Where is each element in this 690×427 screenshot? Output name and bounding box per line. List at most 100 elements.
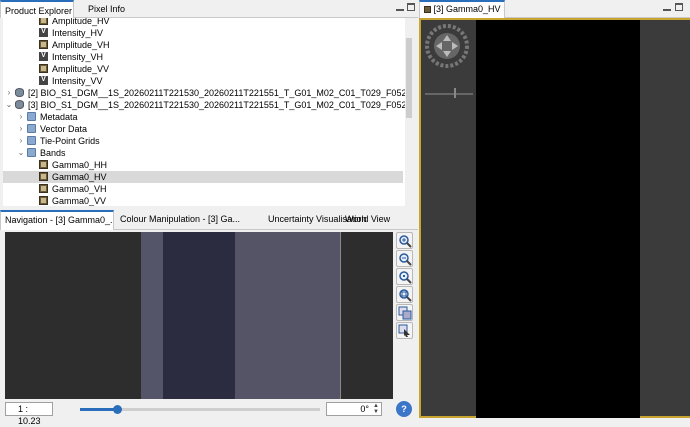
help-button[interactable]: ? — [396, 401, 412, 417]
tree-item[interactable]: Amplitude_VV — [3, 63, 403, 75]
band-icon — [39, 196, 48, 205]
zoom-in-icon — [399, 235, 412, 248]
tree-item[interactable]: V Intensity_VV — [3, 75, 403, 87]
folder-icon — [27, 136, 36, 145]
tab-pixel-info[interactable]: Pixel Info — [84, 0, 129, 18]
tree-item-label: Amplitude_VH — [52, 40, 110, 50]
tree-scrollbar[interactable] — [405, 18, 413, 206]
maximize-icon[interactable] — [675, 3, 683, 11]
chevron-right-icon[interactable]: › — [17, 135, 25, 147]
scale-field[interactable]: 1 : 10.23 — [5, 402, 53, 426]
virtual-band-icon: V — [39, 28, 48, 37]
band-icon — [39, 40, 48, 49]
tab-label: World View — [345, 214, 391, 224]
tab-label: [3] Gamma0_HV — [433, 4, 501, 14]
rotation-field[interactable]: 0° ▲ ▼ — [326, 402, 382, 416]
tree-item-label: Intensity_VV — [52, 76, 103, 86]
tab-product-explorer[interactable]: Product Explorer × — [0, 0, 74, 18]
folder-icon — [27, 148, 36, 157]
scrollbar-thumb[interactable] — [406, 38, 412, 118]
zoom-in-button[interactable] — [396, 232, 413, 249]
overview-image-dark — [163, 232, 235, 399]
image-view-icon — [424, 6, 431, 14]
tree-item[interactable]: Gamma0_VV — [3, 195, 403, 206]
image-raster — [476, 20, 640, 418]
zoom-slider-knob[interactable] — [113, 405, 122, 414]
tree-item[interactable]: Amplitude_VH — [3, 39, 403, 51]
product-tree: Amplitude_HV V Intensity_HV Amplitude_VH V In… — [3, 18, 413, 206]
maximize-icon[interactable] — [407, 3, 415, 11]
tab-world-view[interactable]: World View — [341, 210, 394, 230]
left-pane: Product Explorer × Pixel Info Amplitude_… — [0, 0, 418, 426]
zoom-out-button[interactable] — [396, 250, 413, 267]
chevron-right-icon[interactable]: › — [17, 111, 25, 123]
folder-icon — [27, 112, 36, 121]
navigation-overview[interactable] — [5, 232, 393, 399]
tree-item[interactable]: › [2] BIO_S1_DGM__1S_20260211T221530_2026… — [3, 87, 413, 99]
zoom-all-icon — [399, 289, 412, 302]
tree-item[interactable]: Gamma0_VH — [3, 183, 403, 195]
tool-tabbar: Navigation - [3] Gamma0_... × Colour Man… — [0, 210, 418, 230]
tree-item-label: Gamma0_VH — [52, 184, 107, 194]
minimize-icon[interactable] — [396, 3, 404, 11]
band-icon — [39, 160, 48, 169]
image-canvas[interactable] — [419, 18, 690, 418]
tree-item[interactable]: Gamma0_HH — [3, 159, 403, 171]
scale-value: 1 : 10.23 — [18, 404, 41, 426]
tab-image-view[interactable]: [3] Gamma0_HV × — [419, 0, 505, 18]
minimize-icon[interactable] — [663, 3, 671, 11]
tree-item[interactable]: V Intensity_VH — [3, 51, 403, 63]
zoom-control-bar[interactable] — [425, 93, 473, 95]
tab-navigation[interactable]: Navigation - [3] Gamma0_... × — [0, 210, 114, 230]
tree-item-label: Gamma0_HV — [52, 172, 107, 182]
zoom-control-knob[interactable] — [454, 88, 456, 98]
tree-item[interactable]: ⌄ Bands — [3, 147, 403, 159]
tree-item-label: Intensity_HV — [52, 28, 104, 38]
tree-item[interactable]: › Tie-Point Grids — [3, 135, 403, 147]
chevron-down-icon[interactable]: ⌄ — [5, 99, 13, 111]
tree-item[interactable]: V Intensity_HV — [3, 27, 403, 39]
tab-label: Product Explorer — [5, 6, 73, 16]
product-icon — [15, 88, 24, 97]
tree-item-label: Bands — [40, 148, 66, 158]
chevron-right-icon[interactable]: › — [5, 87, 13, 99]
band-icon — [39, 184, 48, 193]
tab-colour-manipulation[interactable]: Colour Manipulation - [3] Ga... — [116, 210, 244, 230]
product-icon — [15, 100, 24, 109]
tree-item-label: Tie-Point Grids — [40, 136, 100, 146]
zoom-pixel-button[interactable] — [396, 268, 413, 285]
close-icon[interactable]: × — [503, 4, 504, 14]
tree-item[interactable]: ⌄ [3] BIO_S1_DGM__1S_20260211T221530_2026… — [3, 99, 413, 111]
chevron-right-icon[interactable]: › — [17, 123, 25, 135]
zoom-slider-fill — [80, 408, 117, 411]
virtual-band-icon: V — [39, 52, 48, 61]
tree-item[interactable]: Amplitude_HV — [3, 18, 403, 27]
tab-label: Colour Manipulation - [3] Ga... — [120, 214, 241, 224]
virtual-band-icon: V — [39, 76, 48, 85]
spinner-arrows-icon[interactable]: ▲ ▼ — [373, 403, 379, 415]
image-tabbar: [3] Gamma0_HV × — [419, 0, 690, 18]
overview-left-strip — [141, 232, 163, 399]
tree-item-label: Amplitude_VV — [52, 64, 110, 74]
sync-cursor-icon — [398, 324, 410, 337]
help-label: ? — [401, 404, 407, 414]
navigation-controls: 1 : 10.23 0° ▲ ▼ ? — [0, 400, 418, 426]
tree-item-label: Metadata — [40, 112, 78, 122]
tree-item[interactable]: › Vector Data — [3, 123, 403, 135]
chevron-down-icon[interactable]: ⌄ — [17, 147, 25, 159]
explorer-tabbar: Product Explorer × Pixel Info — [0, 0, 418, 18]
zoom-all-button[interactable] — [396, 286, 413, 303]
tab-label: Pixel Info — [88, 4, 126, 14]
sync-views-button[interactable] — [396, 304, 413, 321]
tree-item[interactable]: › Metadata — [3, 111, 403, 123]
tree-item[interactable]: Gamma0_HV — [3, 171, 403, 183]
tree-item-label: Gamma0_HH — [52, 160, 108, 170]
visible-area-rectangle[interactable] — [235, 232, 340, 399]
band-icon — [39, 18, 48, 25]
band-icon — [39, 64, 48, 73]
folder-icon — [27, 124, 36, 133]
tab-label: Navigation - [3] Gamma0_... — [5, 215, 114, 225]
rotation-value: 0° — [360, 404, 369, 414]
pan-rotate-control[interactable] — [425, 24, 469, 68]
sync-cursor-button[interactable] — [396, 322, 413, 339]
